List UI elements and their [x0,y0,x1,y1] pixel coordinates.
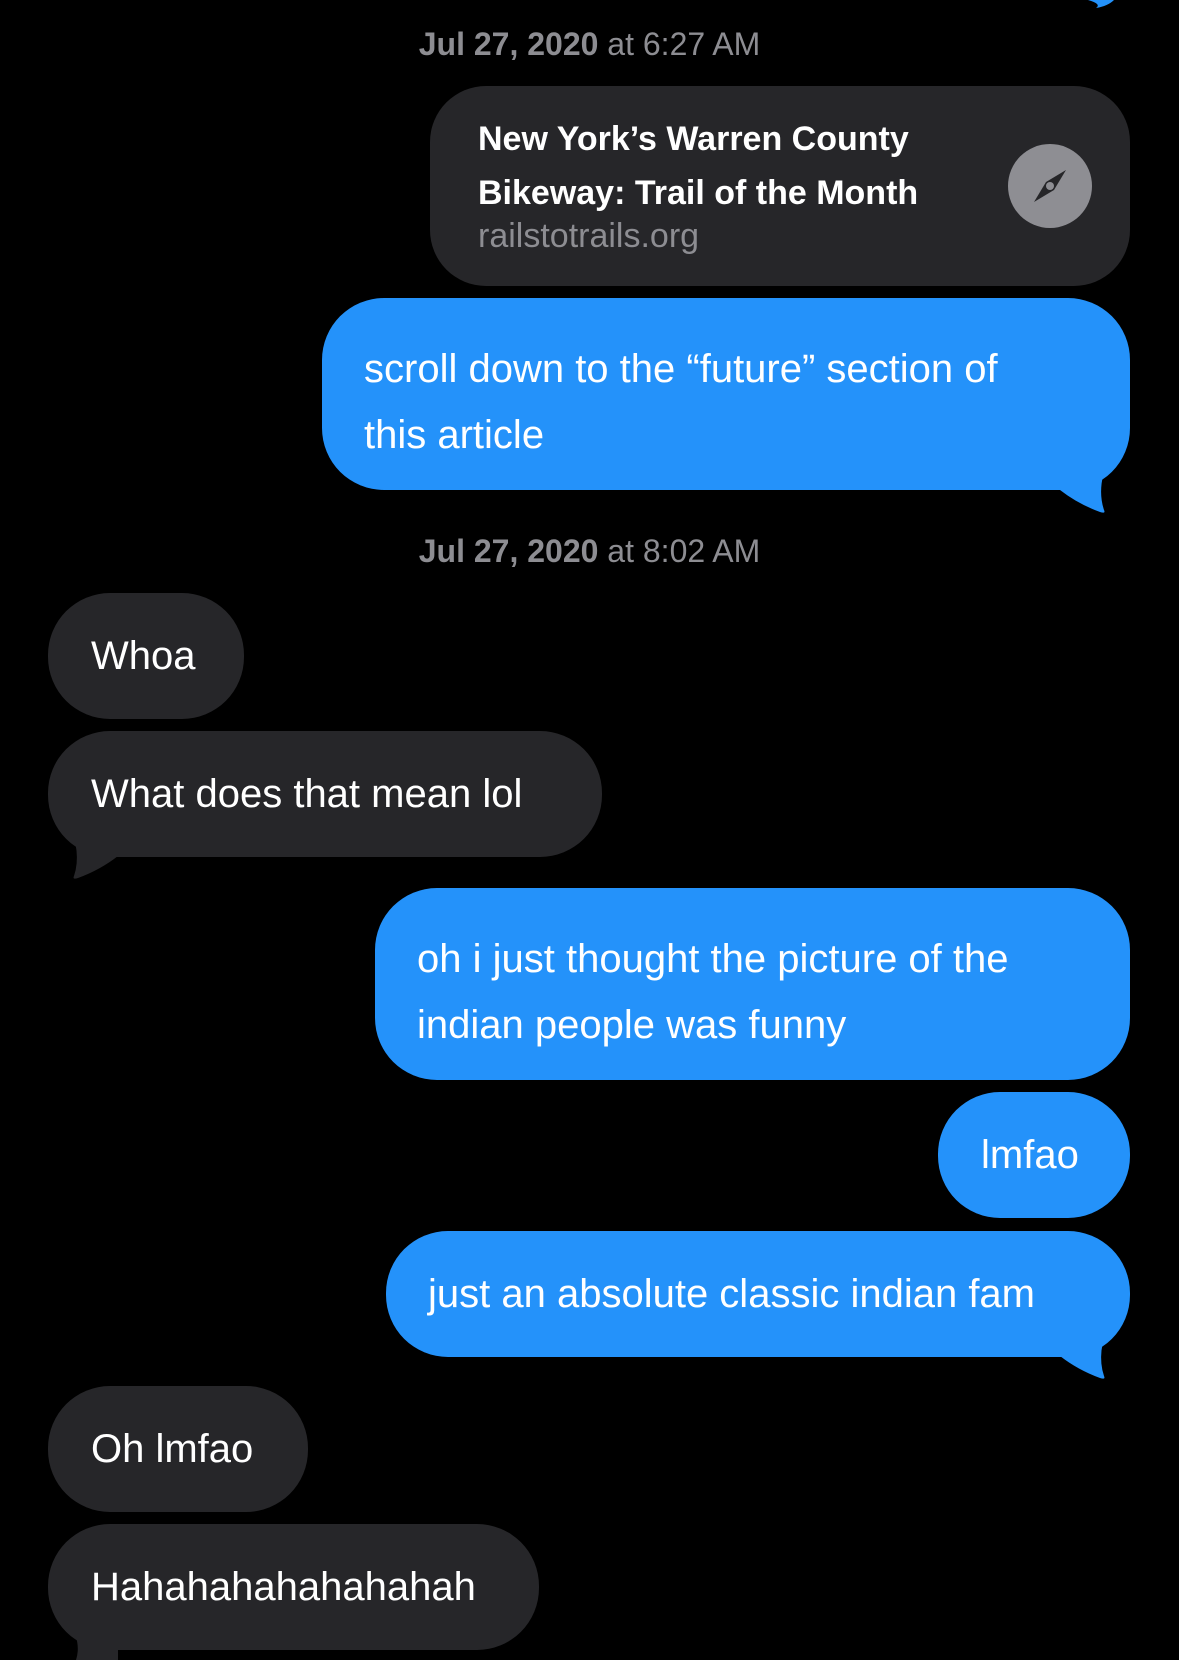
message-text: scroll down to the “future” section of t… [364,336,998,468]
sent-bubble-tail [1060,1322,1110,1379]
message-text: oh i just thought the picture of the ind… [417,926,1009,1058]
received-bubble-tail [68,822,118,879]
link-preview-title-line: New York’s Warren County [478,120,909,158]
timestamp: Jul 27, 2020 at 8:02 AM [0,531,1179,571]
sent-bubble-tail [1060,456,1110,513]
sent-message-bubble[interactable]: oh i just thought the picture of the ind… [375,888,1130,1080]
link-preview-title: New York’s Warren County Bikeway: Trail … [478,112,998,220]
message-text: Hahahahahahahahah [91,1565,476,1609]
message-line: indian people was funny [417,1003,847,1047]
message-text: just an absolute classic indian fam [428,1272,1035,1316]
sent-message-bubble[interactable]: lmfao [938,1092,1130,1218]
link-preview-domain: railstotrails.org [478,217,700,255]
message-text: Whoa [91,634,196,678]
timestamp-time: at 8:02 AM [607,533,761,569]
timestamp-date: Jul 27, 2020 [418,533,599,569]
received-bubble-tail [68,1620,118,1660]
message-line: this article [364,413,545,457]
link-preview-title-line: Bikeway: Trail of the Month [478,174,919,212]
message-line: scroll down to the “future” section of [364,347,998,391]
message-text: lmfao [981,1133,1079,1177]
received-message-bubble[interactable]: Whoa [48,593,244,719]
received-message-bubble[interactable]: Hahahahahahahahah [48,1524,539,1650]
compass-icon [1008,144,1092,228]
sent-message-bubble[interactable]: just an absolute classic indian fam [386,1231,1130,1357]
timestamp-time: at 6:27 AM [607,26,761,62]
message-thread[interactable]: Jul 27, 2020 at 6:27 AM New York’s Warre… [0,0,1179,1660]
timestamp: Jul 27, 2020 at 6:27 AM [0,24,1179,64]
message-text: Oh lmfao [91,1427,254,1471]
timestamp-date: Jul 27, 2020 [418,26,599,62]
message-line: oh i just thought the picture of the [417,937,1009,981]
message-text: What does that mean lol [91,772,523,816]
link-preview-card[interactable]: New York’s Warren County Bikeway: Trail … [430,86,1130,286]
received-message-bubble[interactable]: What does that mean lol [48,731,602,857]
received-message-bubble[interactable]: Oh lmfao [48,1386,308,1512]
previous-bubble-tail [1088,0,1114,8]
sent-message-bubble[interactable]: scroll down to the “future” section of t… [322,298,1130,490]
